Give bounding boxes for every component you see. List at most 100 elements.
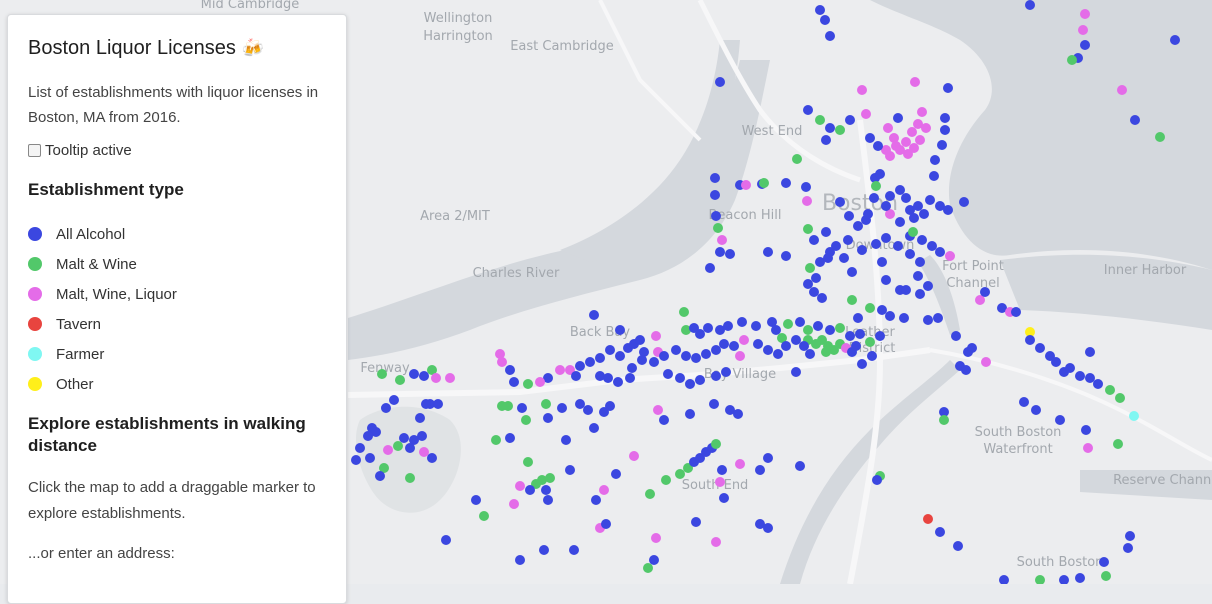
establishment-marker-all-alcohol[interactable] — [915, 289, 925, 299]
establishment-marker-all-alcohol[interactable] — [717, 465, 727, 475]
establishment-marker-all-alcohol[interactable] — [1075, 573, 1085, 583]
establishment-marker-malt-wine[interactable] — [645, 489, 655, 499]
establishment-marker-all-alcohol[interactable] — [817, 293, 827, 303]
establishment-marker-all-alcohol[interactable] — [539, 545, 549, 555]
establishment-marker-malt-wine-liquor[interactable] — [885, 151, 895, 161]
establishment-marker-all-alcohol[interactable] — [715, 77, 725, 87]
establishment-marker-all-alcohol[interactable] — [719, 339, 729, 349]
establishment-marker-all-alcohol[interactable] — [820, 15, 830, 25]
establishment-marker-all-alcohol[interactable] — [1130, 115, 1140, 125]
establishment-marker-all-alcohol[interactable] — [505, 433, 515, 443]
establishment-marker-all-alcohol[interactable] — [877, 305, 887, 315]
establishment-marker-malt-wine-liquor[interactable] — [509, 499, 519, 509]
establishment-marker-all-alcohol[interactable] — [1019, 397, 1029, 407]
establishment-marker-all-alcohol[interactable] — [865, 133, 875, 143]
establishment-marker-all-alcohol[interactable] — [873, 141, 883, 151]
establishment-marker-all-alcohol[interactable] — [710, 173, 720, 183]
establishment-marker-all-alcohol[interactable] — [649, 555, 659, 565]
establishment-marker-all-alcohol[interactable] — [603, 373, 613, 383]
establishment-marker-malt-wine-liquor[interactable] — [901, 137, 911, 147]
establishment-marker-malt-wine[interactable] — [815, 115, 825, 125]
establishment-marker-all-alcohol[interactable] — [899, 313, 909, 323]
establishment-marker-malt-wine[interactable] — [377, 369, 387, 379]
establishment-marker-malt-wine-liquor[interactable] — [515, 481, 525, 491]
establishment-marker-all-alcohol[interactable] — [872, 475, 882, 485]
establishment-marker-all-alcohol[interactable] — [893, 241, 903, 251]
establishment-marker-all-alcohol[interactable] — [821, 227, 831, 237]
establishment-marker-all-alcohol[interactable] — [839, 253, 849, 263]
establishment-marker-malt-wine-liquor[interactable] — [802, 196, 812, 206]
establishment-marker-all-alcohol[interactable] — [729, 341, 739, 351]
establishment-marker-malt-wine-liquor[interactable] — [383, 445, 393, 455]
establishment-marker-all-alcohol[interactable] — [881, 201, 891, 211]
establishment-marker-malt-wine-liquor[interactable] — [445, 373, 455, 383]
establishment-marker-all-alcohol[interactable] — [575, 399, 585, 409]
establishment-marker-malt-wine-liquor[interactable] — [921, 123, 931, 133]
establishment-marker-all-alcohol[interactable] — [781, 251, 791, 261]
establishment-marker-all-alcohol[interactable] — [625, 373, 635, 383]
establishment-marker-malt-wine[interactable] — [908, 227, 918, 237]
establishment-marker-all-alcohol[interactable] — [801, 182, 811, 192]
establishment-marker-all-alcohol[interactable] — [711, 371, 721, 381]
establishment-marker-all-alcohol[interactable] — [725, 249, 735, 259]
establishment-marker-all-alcohol[interactable] — [1080, 40, 1090, 50]
establishment-marker-all-alcohol[interactable] — [419, 371, 429, 381]
establishment-marker-all-alcohol[interactable] — [943, 205, 953, 215]
establishment-marker-all-alcohol[interactable] — [543, 495, 553, 505]
establishment-marker-all-alcohol[interactable] — [715, 247, 725, 257]
establishment-marker-all-alcohol[interactable] — [1011, 307, 1021, 317]
establishment-marker-all-alcohol[interactable] — [825, 31, 835, 41]
establishment-marker-all-alcohol[interactable] — [781, 178, 791, 188]
establishment-marker-malt-wine[interactable] — [835, 323, 845, 333]
establishment-marker-all-alcohol[interactable] — [915, 257, 925, 267]
establishment-marker-malt-wine-liquor[interactable] — [629, 451, 639, 461]
establishment-marker-all-alcohol[interactable] — [591, 495, 601, 505]
establishment-marker-all-alcohol[interactable] — [719, 493, 729, 503]
establishment-marker-all-alcohol[interactable] — [935, 527, 945, 537]
establishment-marker-all-alcohol[interactable] — [803, 105, 813, 115]
establishment-marker-all-alcohol[interactable] — [611, 469, 621, 479]
establishment-marker-all-alcohol[interactable] — [363, 431, 373, 441]
establishment-marker-malt-wine[interactable] — [865, 337, 875, 347]
establishment-marker-all-alcohol[interactable] — [843, 235, 853, 245]
establishment-marker-malt-wine[interactable] — [395, 375, 405, 385]
establishment-marker-all-alcohol[interactable] — [1051, 357, 1061, 367]
establishment-marker-all-alcohol[interactable] — [875, 331, 885, 341]
tooltip-toggle[interactable]: Tooltip active — [28, 142, 326, 159]
establishment-marker-all-alcohol[interactable] — [853, 313, 863, 323]
establishment-marker-all-alcohol[interactable] — [795, 461, 805, 471]
establishment-marker-all-alcohol[interactable] — [791, 335, 801, 345]
establishment-marker-all-alcohol[interactable] — [409, 369, 419, 379]
establishment-marker-malt-wine[interactable] — [545, 473, 555, 483]
establishment-marker-malt-wine[interactable] — [835, 125, 845, 135]
establishment-marker-all-alcohol[interactable] — [541, 485, 551, 495]
establishment-marker-malt-wine-liquor[interactable] — [883, 123, 893, 133]
establishment-marker-all-alcohol[interactable] — [663, 369, 673, 379]
establishment-marker-all-alcohol[interactable] — [1093, 379, 1103, 389]
establishment-marker-all-alcohol[interactable] — [940, 113, 950, 123]
establishment-marker-malt-wine[interactable] — [491, 435, 501, 445]
establishment-marker-all-alcohol[interactable] — [695, 329, 705, 339]
establishment-marker-all-alcohol[interactable] — [671, 345, 681, 355]
establishment-marker-all-alcohol[interactable] — [1031, 405, 1041, 415]
establishment-marker-all-alcohol[interactable] — [405, 443, 415, 453]
establishment-marker-malt-wine-liquor[interactable] — [735, 459, 745, 469]
establishment-marker-all-alcohol[interactable] — [809, 235, 819, 245]
establishment-marker-all-alcohol[interactable] — [433, 399, 443, 409]
establishment-marker-all-alcohol[interactable] — [571, 371, 581, 381]
establishment-marker-malt-wine-liquor[interactable] — [945, 251, 955, 261]
establishment-marker-all-alcohol[interactable] — [753, 339, 763, 349]
establishment-marker-all-alcohol[interactable] — [823, 253, 833, 263]
establishment-marker-all-alcohol[interactable] — [821, 135, 831, 145]
establishment-marker-all-alcohol[interactable] — [799, 341, 809, 351]
establishment-marker-malt-wine[interactable] — [792, 154, 802, 164]
establishment-marker-all-alcohol[interactable] — [815, 5, 825, 15]
establishment-marker-all-alcohol[interactable] — [675, 373, 685, 383]
establishment-marker-malt-wine[interactable] — [523, 457, 533, 467]
establishment-marker-all-alcohol[interactable] — [803, 279, 813, 289]
establishment-marker-all-alcohol[interactable] — [791, 367, 801, 377]
establishment-marker-malt-wine[interactable] — [405, 473, 415, 483]
establishment-marker-all-alcohol[interactable] — [1035, 343, 1045, 353]
establishment-marker-all-alcohol[interactable] — [1025, 0, 1035, 10]
establishment-marker-malt-wine-liquor[interactable] — [497, 357, 507, 367]
